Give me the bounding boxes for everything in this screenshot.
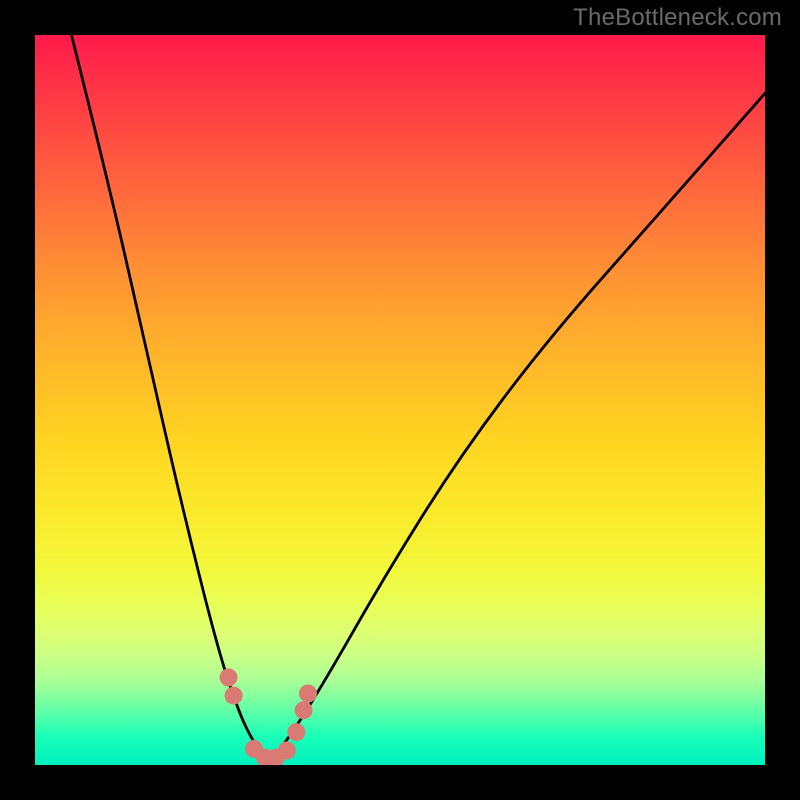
marker-group (220, 668, 318, 765)
watermark-text: TheBottleneck.com (573, 4, 782, 32)
curve-right-branch (269, 93, 765, 765)
data-marker (278, 741, 296, 759)
data-marker (220, 668, 238, 686)
data-marker (287, 723, 305, 741)
data-marker (225, 687, 243, 705)
curve-layer (35, 35, 765, 765)
curve-left-branch (72, 35, 269, 765)
data-marker (299, 685, 317, 703)
chart-frame: TheBottleneck.com (0, 0, 800, 800)
plot-area (35, 35, 765, 765)
data-marker (295, 701, 313, 719)
